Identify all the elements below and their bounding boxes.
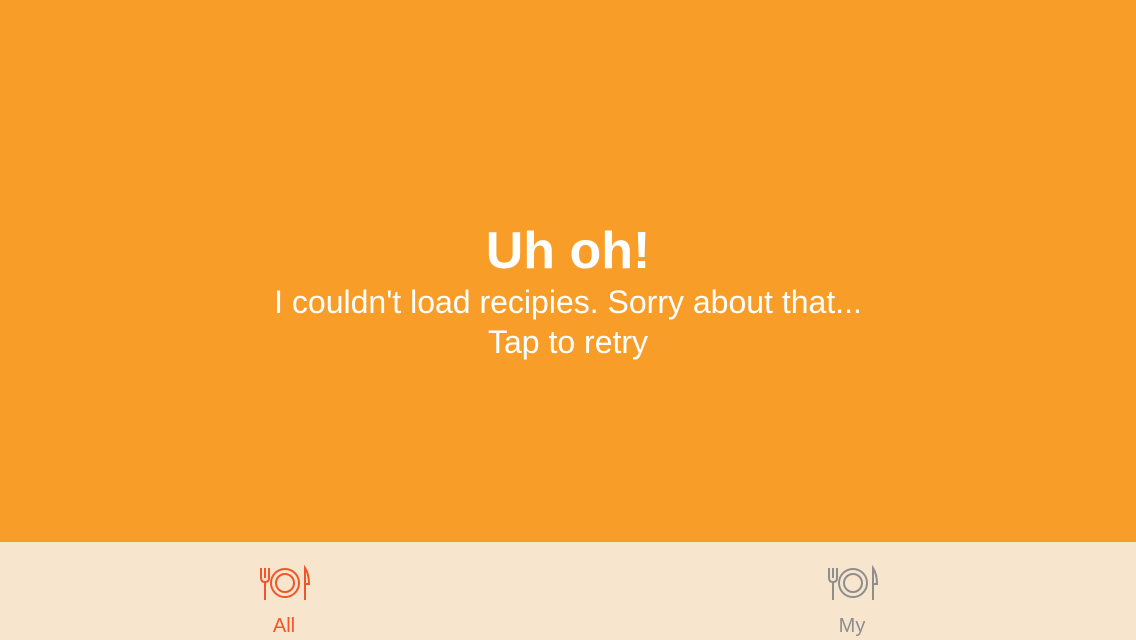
error-state: Uh oh! I couldn't load recipies. Sorry a… <box>0 222 1136 362</box>
tab-all[interactable]: All <box>0 542 568 640</box>
tab-all-label: All <box>272 615 296 637</box>
plate-fork-knife-icon <box>260 564 310 600</box>
retry-button[interactable]: Tap to retry <box>488 322 648 362</box>
tab-my-label: My <box>838 615 866 637</box>
app-screen: Uh oh! I couldn't load recipies. Sorry a… <box>0 0 1136 640</box>
tab-bar: All My <box>0 541 1136 640</box>
tab-my[interactable]: My <box>568 542 1136 640</box>
recipes-content-area: Uh oh! I couldn't load recipies. Sorry a… <box>0 0 1136 541</box>
error-message: I couldn't load recipies. Sorry about th… <box>274 284 862 320</box>
plate-fork-knife-icon <box>828 564 878 600</box>
error-title: Uh oh! <box>485 222 651 280</box>
